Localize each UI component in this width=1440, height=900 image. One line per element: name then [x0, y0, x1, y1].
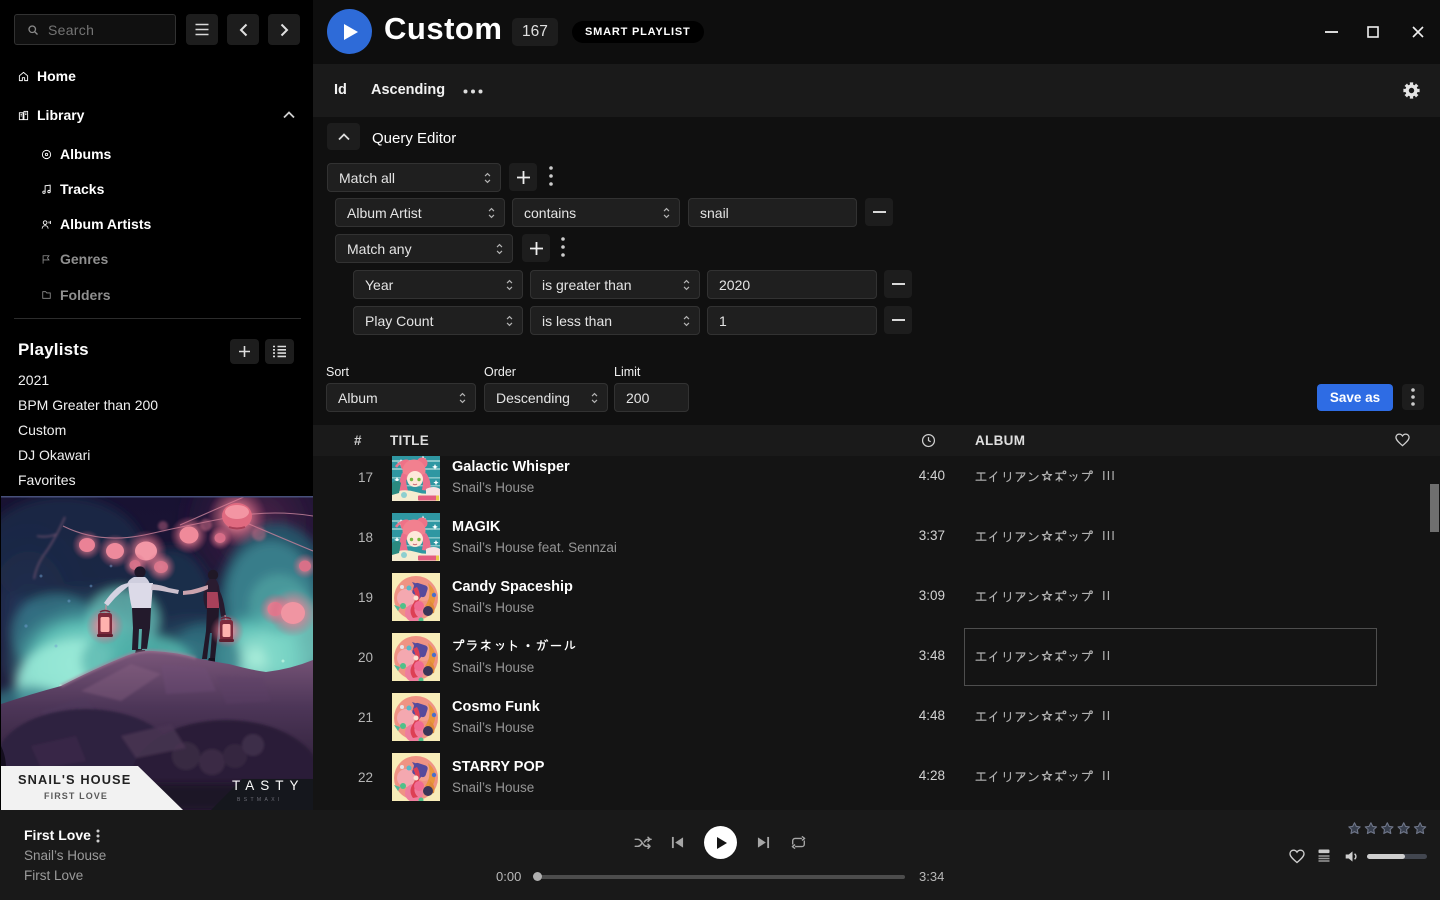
svg-text:SNAIL'S HOUSE: SNAIL'S HOUSE	[18, 772, 131, 787]
svg-text:FIRST LOVE: FIRST LOVE	[44, 791, 108, 801]
svg-text:BSTMAXI: BSTMAXI	[237, 797, 283, 803]
svg-text:TASTY: TASTY	[232, 778, 305, 793]
